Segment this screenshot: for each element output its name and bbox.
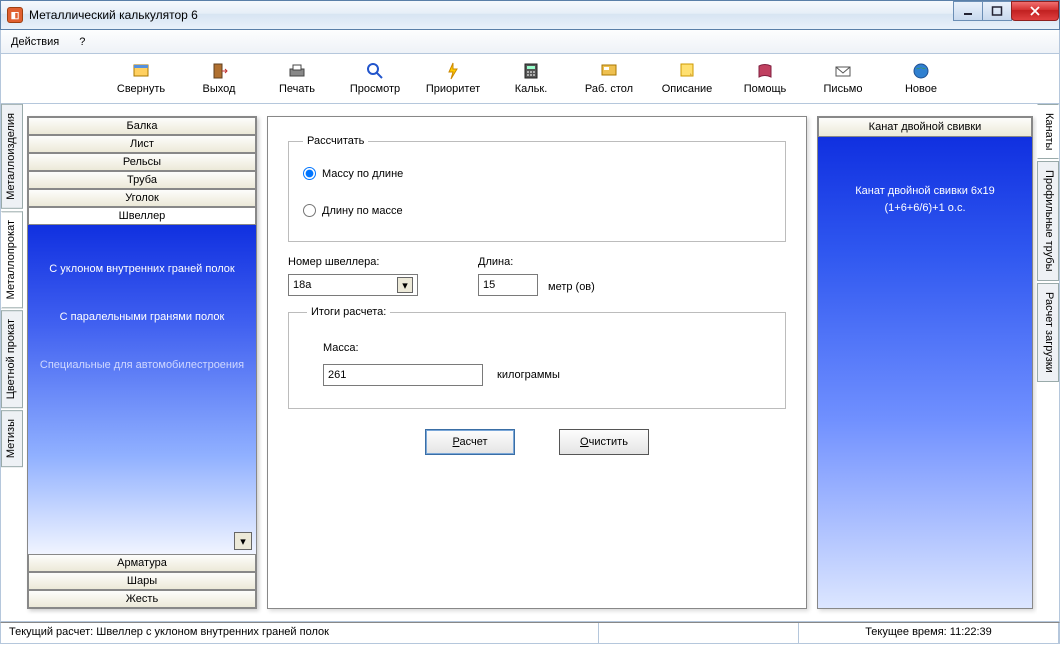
num-combo[interactable]: 18а ▾: [288, 274, 418, 296]
workspace: Металлоизделия Металлопрокат Цветной про…: [0, 104, 1060, 622]
results-legend: Итоги расчета:: [307, 306, 390, 318]
cat-balka[interactable]: Балка: [28, 117, 256, 135]
clear-button[interactable]: Очистить: [559, 429, 649, 455]
tool-help[interactable]: Помощь: [735, 62, 795, 95]
radio-mass-label: Массу по длине: [322, 168, 403, 180]
radio-mass-by-length[interactable]: [303, 167, 316, 180]
num-value: 18а: [293, 279, 311, 291]
category-panel: Балка Лист Рельсы Труба Уголок Швеллер С…: [27, 116, 257, 609]
lefttab-tsvetnoy[interactable]: Цветной прокат: [1, 310, 23, 408]
info-line2: (1+6+6/6)+1 о.с.: [818, 200, 1032, 217]
parameters-row: Номер швеллера: 18а ▾ Длина: метр (ов): [288, 256, 786, 296]
info-body: Канат двойной свивки 6х19 (1+6+6/6)+1 о.…: [818, 137, 1032, 608]
maximize-button[interactable]: [982, 1, 1012, 21]
cat-relsy[interactable]: Рельсы: [28, 153, 256, 171]
chevron-down-icon: ▾: [397, 277, 413, 293]
options-dropdown-button[interactable]: ▾: [234, 532, 252, 550]
close-button[interactable]: [1011, 1, 1059, 21]
len-input[interactable]: [478, 274, 538, 296]
minimize-button[interactable]: [953, 1, 983, 21]
lefttab-metalloprokat[interactable]: Металлопрокат: [1, 211, 23, 308]
bolt-icon: [444, 62, 462, 80]
calculate-legend: Рассчитать: [303, 135, 368, 147]
window-controls: [954, 1, 1059, 21]
menubar: Действия ?: [0, 30, 1060, 54]
opt-parallel[interactable]: С паралельными гранями полок: [60, 311, 225, 323]
desktop-icon: [600, 62, 618, 80]
status-left: Текущий расчет: Швеллер с уклоном внутре…: [1, 623, 599, 643]
window-icon: [132, 62, 150, 80]
tool-new[interactable]: Новое: [891, 62, 951, 95]
len-unit: метр (ов): [548, 281, 595, 293]
mass-output[interactable]: [323, 364, 483, 386]
door-icon: [210, 62, 228, 80]
num-label: Номер швеллера:: [288, 256, 418, 268]
cat-armatura[interactable]: Арматура: [28, 554, 256, 572]
tool-mail[interactable]: Письмо: [813, 62, 873, 95]
form-panel: Рассчитать Массу по длине Длину по массе…: [267, 116, 807, 609]
cat-truba[interactable]: Труба: [28, 171, 256, 189]
tool-exit[interactable]: Выход: [189, 62, 249, 95]
righttab-zagruzka[interactable]: Расчет загрузки: [1037, 283, 1059, 382]
righttab-profiltruby[interactable]: Профильные трубы: [1037, 161, 1059, 281]
cat-zhest[interactable]: Жесть: [28, 590, 256, 608]
menu-help[interactable]: ?: [75, 34, 89, 50]
tool-preview[interactable]: Просмотр: [345, 62, 405, 95]
statusbar: Текущий расчет: Швеллер с уклоном внутре…: [0, 622, 1060, 644]
zoom-icon: [366, 62, 384, 80]
mail-icon: [834, 62, 852, 80]
cat-shary[interactable]: Шары: [28, 572, 256, 590]
status-time: Текущее время: 11:22:39: [799, 623, 1059, 643]
cat-ugolok[interactable]: Уголок: [28, 189, 256, 207]
tool-calc[interactable]: Кальк.: [501, 62, 561, 95]
mass-label: Масса:: [323, 342, 767, 354]
lefttab-metalloizdeliya[interactable]: Металлоизделия: [1, 104, 23, 209]
results-block: Итоги расчета: Масса: килограммы: [288, 306, 786, 409]
info-panel: Канат двойной свивки Канат двойной свивк…: [817, 116, 1033, 609]
window-title: Металлический калькулятор 6: [29, 8, 198, 22]
shveller-options: С уклоном внутренних граней полок С пара…: [28, 225, 256, 554]
titlebar: ◧ Металлический калькулятор 6: [0, 0, 1060, 30]
app-icon: ◧: [7, 7, 23, 23]
opt-auto[interactable]: Специальные для автомобилестроения: [40, 359, 244, 371]
tool-descr[interactable]: Описание: [657, 62, 717, 95]
printer-icon: [288, 62, 306, 80]
button-row: Расчет Очистить: [288, 429, 786, 455]
left-tabs: Металлоизделия Металлопрокат Цветной про…: [1, 104, 23, 621]
globe-icon: [912, 62, 930, 80]
tool-priority[interactable]: Приоритет: [423, 62, 483, 95]
len-label: Длина:: [478, 256, 595, 268]
info-header[interactable]: Канат двойной свивки: [818, 117, 1032, 137]
tool-print[interactable]: Печать: [267, 62, 327, 95]
cat-shveller[interactable]: Швеллер: [28, 207, 256, 225]
right-tabs: Канаты Профильные трубы Расчет загрузки: [1037, 104, 1059, 621]
info-line1: Канат двойной свивки 6х19: [818, 183, 1032, 200]
status-spacer: [599, 623, 799, 643]
tool-minimize[interactable]: Свернуть: [111, 62, 171, 95]
book-icon: [756, 62, 774, 80]
calc-button[interactable]: Расчет: [425, 429, 515, 455]
righttab-kanaty[interactable]: Канаты: [1037, 104, 1059, 159]
mass-unit: килограммы: [497, 369, 560, 381]
toolbar: Свернуть Выход Печать Просмотр Приоритет…: [0, 54, 1060, 104]
calculate-group: Рассчитать Массу по длине Длину по массе: [288, 135, 786, 242]
note-icon: [678, 62, 696, 80]
opt-uklonom[interactable]: С уклоном внутренних граней полок: [49, 263, 234, 275]
calculator-icon: [522, 62, 540, 80]
tool-desktop[interactable]: Раб. стол: [579, 62, 639, 95]
lefttab-metizy[interactable]: Метизы: [1, 410, 23, 467]
cat-list[interactable]: Лист: [28, 135, 256, 153]
radio-length-label: Длину по массе: [322, 205, 403, 217]
menu-actions[interactable]: Действия: [7, 34, 63, 50]
radio-length-by-mass[interactable]: [303, 204, 316, 217]
chevron-down-icon: ▾: [240, 535, 246, 548]
